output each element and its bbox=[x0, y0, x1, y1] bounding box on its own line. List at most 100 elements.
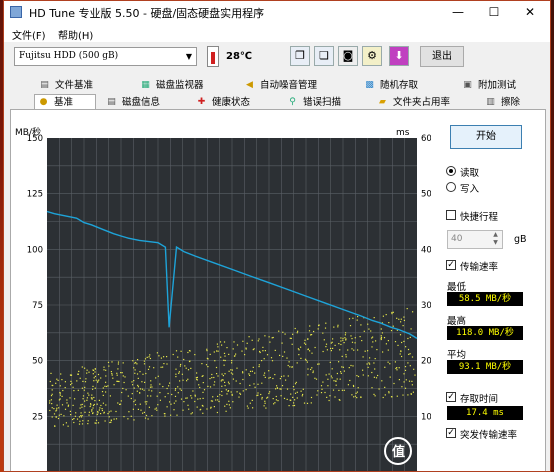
exit-button[interactable]: 退出 bbox=[420, 46, 464, 67]
tab-aam[interactable]: ◀ 自动噪音管理 bbox=[241, 78, 317, 93]
access-time-point bbox=[175, 350, 178, 352]
access-time-point bbox=[70, 414, 72, 416]
access-time-point bbox=[389, 376, 391, 378]
access-time-point bbox=[103, 411, 105, 413]
access-time-point bbox=[342, 337, 344, 339]
tab-folder-usage[interactable]: ▰ 文件夹占用率 bbox=[374, 95, 450, 110]
access-time-point bbox=[134, 399, 136, 401]
access-time-point bbox=[137, 386, 139, 388]
tab-random-access[interactable]: ▩ 随机存取 bbox=[361, 78, 418, 93]
max-label: 最高 bbox=[447, 316, 467, 327]
download-icon[interactable]: ⬇ bbox=[389, 46, 409, 66]
access-time-point bbox=[150, 395, 152, 397]
random-icon: ▩ bbox=[365, 80, 374, 90]
tab-error-scan[interactable]: ⚲ 错误扫描 bbox=[284, 95, 341, 110]
tab-file-benchmark[interactable]: ▤ 文件基准 bbox=[36, 78, 93, 93]
access-time-point bbox=[192, 390, 194, 392]
menu-help[interactable]: 帮助(H) bbox=[58, 27, 93, 42]
trash-icon: ▥ bbox=[486, 97, 495, 107]
tab-disk-monitor[interactable]: ▦ 磁盘监视器 bbox=[137, 78, 203, 93]
transfer-rate-checkbox[interactable]: ✓ bbox=[446, 260, 456, 270]
y-right-tick: 50 bbox=[421, 190, 431, 200]
copy-icon[interactable]: ❐ bbox=[290, 46, 310, 66]
access-time-point bbox=[169, 382, 171, 384]
thermometer-icon bbox=[207, 46, 219, 67]
drive-select[interactable]: Fujitsu HDD (500 gB) ▼ bbox=[14, 47, 197, 66]
access-time-point bbox=[133, 419, 135, 421]
burst-rate-checkbox[interactable]: ✓ bbox=[446, 428, 456, 438]
access-time-checkbox[interactable]: ✓ bbox=[446, 392, 456, 402]
access-time-point bbox=[374, 358, 376, 360]
spinner-arrows-icon[interactable]: ▲ ▼ bbox=[490, 231, 501, 248]
access-time-point bbox=[91, 394, 93, 396]
access-time-point bbox=[233, 341, 235, 343]
access-time-point bbox=[394, 361, 396, 363]
access-time-point bbox=[136, 363, 138, 365]
access-time-point bbox=[407, 394, 409, 396]
access-time-point bbox=[92, 369, 94, 371]
read-radio[interactable] bbox=[446, 166, 456, 176]
short-stroke-checkbox[interactable] bbox=[446, 210, 456, 220]
access-time-point bbox=[354, 395, 357, 397]
access-time-point bbox=[246, 342, 248, 344]
access-time-point bbox=[259, 350, 261, 353]
access-time-point bbox=[51, 389, 53, 391]
access-time-point bbox=[156, 395, 158, 397]
access-time-point bbox=[291, 343, 293, 345]
access-time-point bbox=[156, 352, 158, 354]
access-time-point bbox=[179, 388, 181, 390]
access-time-point bbox=[202, 382, 204, 384]
access-time-point bbox=[226, 403, 228, 405]
hdtune-window: HD Tune 专业版 5.50 - 硬盘/固态硬盘实用程序 — ☐ ✕ 文件(… bbox=[3, 0, 551, 472]
access-time-point bbox=[81, 387, 83, 389]
write-radio[interactable] bbox=[446, 182, 456, 192]
access-time-point bbox=[269, 391, 271, 393]
write-label: 写入 bbox=[460, 184, 480, 195]
access-time-point bbox=[80, 416, 83, 418]
health-cross-icon: ✚ bbox=[197, 97, 206, 107]
access-time-point bbox=[276, 387, 278, 389]
minimize-button[interactable]: — bbox=[440, 1, 476, 24]
access-time-point bbox=[388, 322, 390, 324]
tab-benchmark[interactable]: ● 基准 bbox=[34, 94, 96, 110]
access-time-point bbox=[78, 416, 81, 418]
access-time-point bbox=[272, 377, 274, 380]
access-time-point bbox=[360, 324, 362, 326]
access-time-point bbox=[331, 368, 333, 370]
access-time-point bbox=[325, 346, 327, 348]
maximize-button[interactable]: ☐ bbox=[476, 1, 512, 24]
access-time-point bbox=[304, 358, 307, 360]
copy-all-icon[interactable]: ❏ bbox=[314, 46, 334, 66]
access-time-point bbox=[347, 349, 349, 351]
access-time-point bbox=[230, 391, 232, 393]
access-time-point bbox=[403, 373, 405, 375]
access-time-point bbox=[107, 413, 109, 415]
access-time-point bbox=[403, 381, 405, 383]
access-time-point bbox=[189, 350, 191, 352]
tab-extra-tests[interactable]: ▣ 附加测试 bbox=[459, 78, 516, 93]
access-time-point bbox=[50, 399, 52, 401]
access-time-point bbox=[296, 397, 298, 399]
access-time-point bbox=[82, 395, 85, 397]
access-time-point bbox=[127, 395, 129, 397]
camera-icon[interactable]: ◙ bbox=[338, 46, 358, 66]
tab-health[interactable]: ✚ 健康状态 bbox=[193, 95, 250, 110]
options-icon[interactable]: ⚙ bbox=[362, 46, 382, 66]
start-button[interactable]: 开始 bbox=[450, 125, 522, 149]
menu-file[interactable]: 文件(F) bbox=[12, 27, 46, 42]
access-time-point bbox=[409, 353, 411, 355]
access-time-point bbox=[53, 408, 55, 410]
tab-disk-info[interactable]: ▤ 磁盘信息 bbox=[103, 95, 160, 110]
access-time-point bbox=[132, 408, 134, 410]
access-time-point bbox=[89, 405, 91, 408]
access-time-point bbox=[291, 366, 293, 368]
access-time-point bbox=[273, 403, 275, 405]
access-time-point bbox=[112, 377, 114, 379]
access-time-point bbox=[166, 363, 168, 365]
access-time-point bbox=[74, 415, 76, 417]
access-time-point bbox=[102, 394, 104, 396]
close-button[interactable]: ✕ bbox=[512, 1, 548, 24]
tab-erase[interactable]: ▥ 擦除 bbox=[482, 95, 520, 110]
access-time-point bbox=[383, 337, 386, 339]
access-time-point bbox=[56, 407, 58, 409]
